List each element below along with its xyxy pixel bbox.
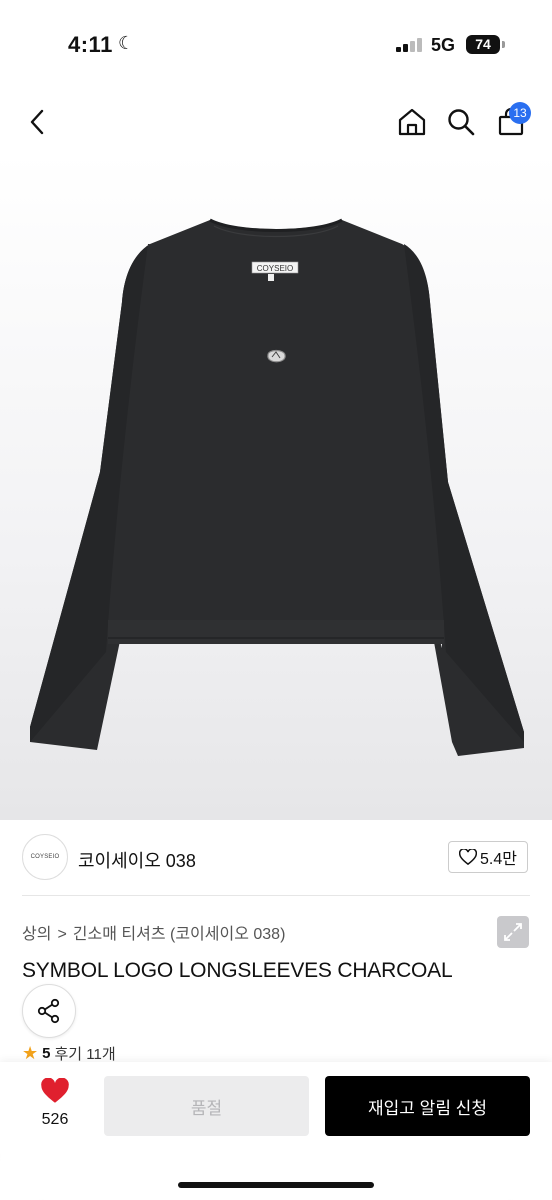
seller-name[interactable]: 코이세이오 038: [78, 847, 196, 873]
divider: [22, 895, 530, 896]
like-button[interactable]: 5.4만: [448, 841, 528, 873]
heart-outline-icon: [459, 849, 478, 865]
moon-icon: ☾: [118, 33, 135, 53]
home-icon: [398, 108, 426, 136]
home-indicator: [178, 1182, 374, 1188]
app-screen: 4:11 ☾ 5G 74 13 COYSEIO COYSEIO 코이세이오 03…: [0, 0, 552, 1200]
tshirt-image: COYSEIO: [30, 218, 524, 756]
like-count: 5.4만: [480, 851, 517, 868]
breadcrumb-subcategory[interactable]: 긴소매 티셔츠 (코이세이오 038): [73, 926, 286, 943]
heart-filled-icon: [41, 1077, 69, 1103]
share-button[interactable]: [22, 984, 76, 1038]
sold-out-button[interactable]: 품절: [104, 1076, 309, 1136]
search-button[interactable]: [443, 104, 479, 140]
star-icon: ★: [22, 1043, 39, 1063]
status-time: 4:11: [68, 32, 113, 57]
chevron-left-icon: [30, 109, 44, 135]
breadcrumb-category[interactable]: 상의: [22, 926, 51, 943]
rating-score: 5: [42, 1045, 51, 1062]
breadcrumb-separator: >: [57, 926, 67, 943]
battery-icon: 74: [466, 35, 500, 54]
search-icon: [448, 109, 475, 136]
cart-count-badge: 13: [509, 102, 531, 124]
seller-row: COYSEIO 코이세이오 038 5.4만: [0, 820, 552, 896]
product-image[interactable]: COYSEIO: [0, 152, 552, 948]
back-button[interactable]: [20, 104, 56, 140]
share-icon: [37, 998, 60, 1024]
wishlist-count: 526: [41, 1111, 69, 1128]
product-title: SYMBOL LOGO LONGSLEEVES CHARCOAL: [22, 959, 453, 982]
wishlist-button[interactable]: 526: [30, 1077, 80, 1129]
status-bar: 4:11 ☾ 5G 74: [0, 0, 552, 92]
rating-row[interactable]: ★ 5 후기 11개: [22, 1043, 116, 1064]
network-type: 5G: [431, 35, 456, 55]
garment-label-text: COYSEIO: [257, 264, 293, 273]
review-count: 후기 11개: [54, 1046, 116, 1063]
restock-alert-button[interactable]: 재입고 알림 신청: [325, 1076, 530, 1136]
breadcrumb: 상의 > 긴소매 티셔츠 (코이세이오 038): [22, 920, 285, 944]
battery-tip: [502, 41, 505, 48]
signal-icon: [396, 38, 424, 52]
battery-level: 74: [475, 36, 491, 52]
expand-icon: [504, 923, 522, 941]
seller-logo[interactable]: COYSEIO: [22, 834, 68, 880]
expand-image-button[interactable]: [497, 916, 529, 948]
bottom-action-bar: 526 품절 재입고 알림 신청: [0, 1062, 552, 1200]
top-nav: [0, 92, 552, 152]
home-button[interactable]: [394, 104, 430, 140]
